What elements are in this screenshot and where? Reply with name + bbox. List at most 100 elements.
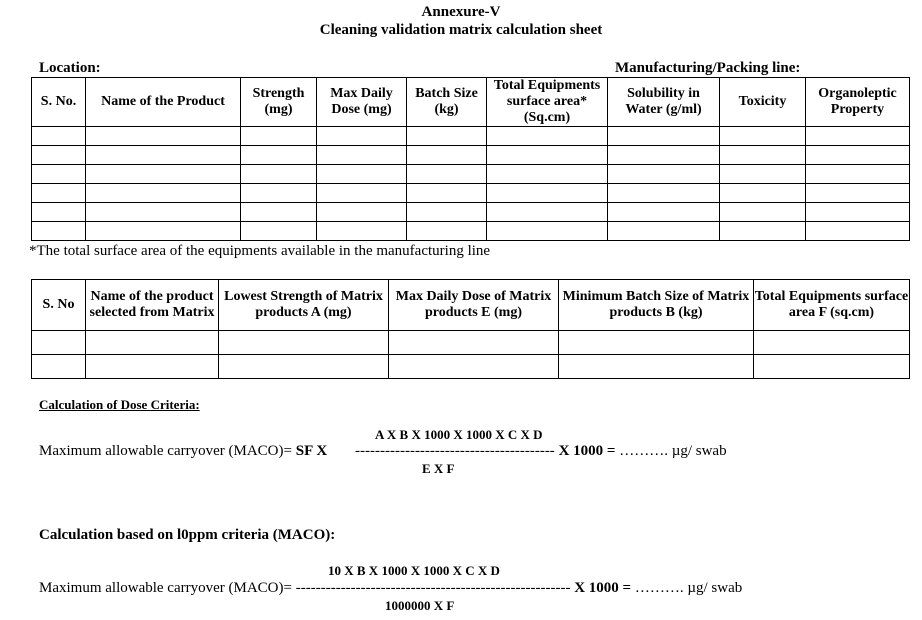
table-cell[interactable] (31, 183, 86, 203)
table-cell[interactable] (85, 221, 241, 241)
table-cell[interactable] (719, 202, 806, 222)
table-cell[interactable] (486, 202, 608, 222)
table-cell[interactable] (31, 126, 86, 146)
table-cell[interactable] (719, 221, 806, 241)
line-label: Manufacturing/Packing line: (615, 60, 801, 76)
table-cell[interactable] (607, 126, 720, 146)
dose-numerator: A X B X 1000 X 1000 X C X D (375, 427, 543, 442)
table-cell[interactable] (805, 221, 910, 241)
dose-multiplier: X 1000 = (558, 443, 616, 459)
table-cell[interactable] (218, 354, 389, 379)
table-cell[interactable] (240, 221, 317, 241)
table-cell[interactable] (316, 221, 407, 241)
table-cell[interactable] (607, 145, 720, 165)
table-cell[interactable] (388, 354, 559, 379)
table-cell[interactable] (406, 164, 487, 184)
table-cell[interactable] (753, 354, 910, 379)
table-cell[interactable] (240, 202, 317, 222)
location-label: Location: (39, 60, 101, 76)
table-cell[interactable] (486, 164, 608, 184)
table-cell[interactable] (486, 183, 608, 203)
table-cell[interactable] (805, 164, 910, 184)
annexure-label: Annexure-V (421, 4, 501, 20)
table-cell[interactable] (85, 145, 241, 165)
col-max-daily-dose: Max Daily Dose (mg) (316, 77, 407, 127)
ppm-criteria-heading: Calculation based on l0ppm criteria (MAC… (39, 527, 336, 543)
table-cell[interactable] (406, 183, 487, 203)
table-cell[interactable] (240, 126, 317, 146)
col-solubility: Solubility in Water (g/ml) (607, 77, 720, 127)
table-cell[interactable] (406, 221, 487, 241)
table-cell[interactable] (486, 221, 608, 241)
table-cell[interactable] (805, 183, 910, 203)
table-cell[interactable] (85, 202, 241, 222)
table-row (31, 126, 910, 146)
table-cell[interactable] (85, 183, 241, 203)
table-cell[interactable] (558, 330, 754, 355)
col-surface-area: Total Equipments surface area* (Sq.cm) (486, 77, 608, 127)
table-cell[interactable] (316, 202, 407, 222)
table-cell[interactable] (31, 330, 86, 355)
table-cell[interactable] (719, 126, 806, 146)
table-cell[interactable] (406, 126, 487, 146)
table-row (31, 164, 910, 184)
col-selected-product: Name of the product selected from Matrix (85, 279, 219, 331)
table-cell[interactable] (240, 164, 317, 184)
col-batch-size: Batch Size (kg) (406, 77, 487, 127)
ppm-denominator: 1000000 X F (385, 598, 455, 613)
table-cell[interactable] (85, 330, 219, 355)
table-cell[interactable] (719, 183, 806, 203)
table-cell[interactable] (805, 145, 910, 165)
table-cell[interactable] (607, 202, 720, 222)
table-cell[interactable] (805, 126, 910, 146)
col-strength: Strength (mg) (240, 77, 317, 127)
col-s-no: S. No (31, 279, 86, 331)
dose-criteria-heading: Calculation of Dose Criteria: (39, 397, 200, 412)
table-row (31, 330, 910, 355)
table-cell[interactable] (607, 221, 720, 241)
table-cell[interactable] (719, 145, 806, 165)
table-header-row: S. No. Name of the Product Strength (mg)… (31, 77, 910, 127)
dose-sf-factor: SF X (295, 443, 328, 459)
table-cell[interactable] (607, 183, 720, 203)
col-max-daily-dose-e: Max Daily Dose of Matrix products E (mg) (388, 279, 559, 331)
table-cell[interactable] (31, 164, 86, 184)
col-organoleptic: Organoleptic Property (805, 77, 910, 127)
table-cell[interactable] (316, 183, 407, 203)
table-cell[interactable] (805, 202, 910, 222)
table-cell[interactable] (240, 145, 317, 165)
table-cell[interactable] (240, 183, 317, 203)
table-cell[interactable] (31, 202, 86, 222)
table-cell[interactable] (316, 126, 407, 146)
table-cell[interactable] (406, 202, 487, 222)
surface-area-footnote: *The total surface area of the equipment… (29, 243, 491, 259)
table-row (31, 354, 910, 379)
table-cell[interactable] (31, 354, 86, 379)
table-cell[interactable] (31, 145, 86, 165)
product-matrix-table: S. No. Name of the Product Strength (mg)… (31, 77, 910, 241)
dose-formula-rhs: ----------------------------------------… (355, 443, 727, 460)
table-cell[interactable] (31, 221, 86, 241)
ppm-multiplier: X 1000 = (574, 580, 632, 596)
dose-maco-lhs: Maximum allowable carryover (MACO)= SF X (39, 443, 327, 460)
table-cell[interactable] (719, 164, 806, 184)
table-cell[interactable] (85, 126, 241, 146)
table-cell[interactable] (607, 164, 720, 184)
table-cell[interactable] (558, 354, 754, 379)
dose-result: ………. µg/ swab (619, 443, 727, 459)
table-cell[interactable] (486, 145, 608, 165)
table-header-row: S. No Name of the product selected from … (31, 279, 910, 331)
ppm-maco-lhs: Maximum allowable carryover (MACO)= ----… (39, 580, 742, 597)
col-product-name: Name of the Product (85, 77, 241, 127)
table-cell[interactable] (316, 145, 407, 165)
table-cell[interactable] (316, 164, 407, 184)
col-s-no: S. No. (31, 77, 86, 127)
ppm-maco-label: Maximum allowable carryover (MACO)= (39, 580, 292, 596)
table-cell[interactable] (486, 126, 608, 146)
table-cell[interactable] (753, 330, 910, 355)
table-cell[interactable] (218, 330, 389, 355)
table-cell[interactable] (85, 164, 241, 184)
table-cell[interactable] (85, 354, 219, 379)
table-cell[interactable] (388, 330, 559, 355)
table-cell[interactable] (406, 145, 487, 165)
